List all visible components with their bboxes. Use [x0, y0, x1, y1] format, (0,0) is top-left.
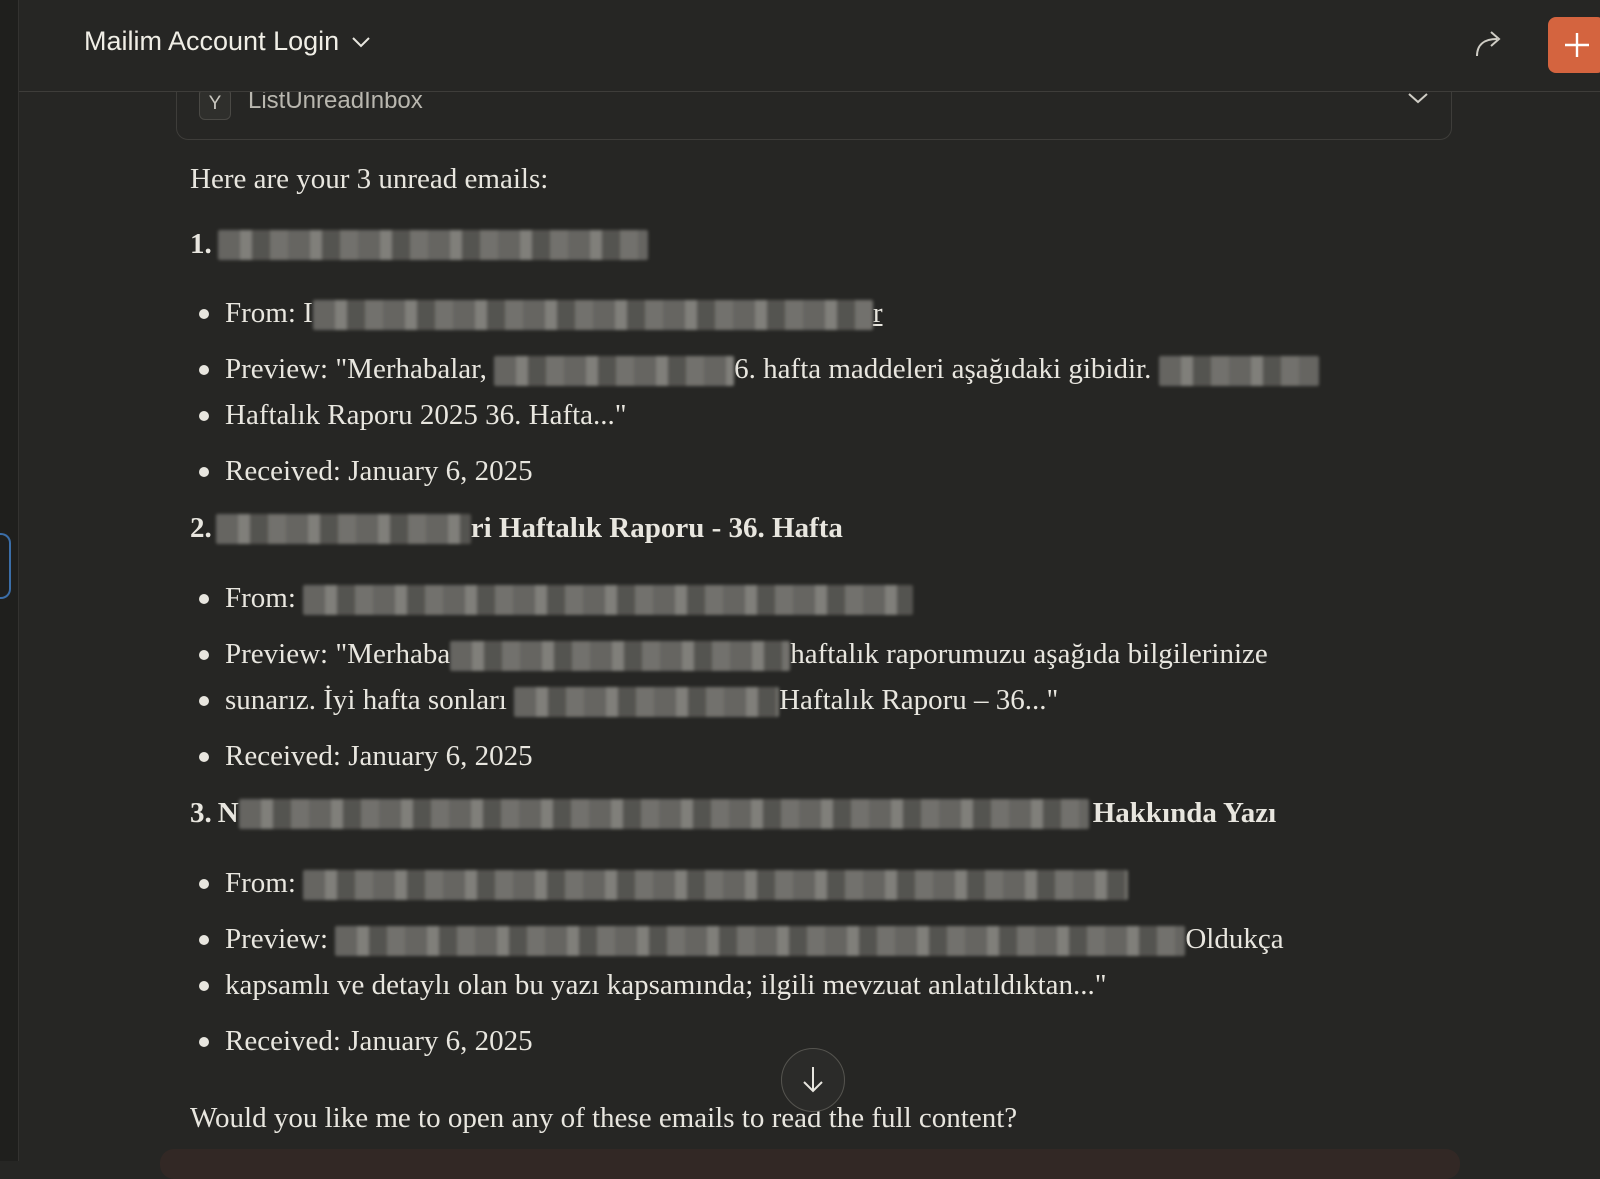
- email-received: Received: January 6, 2025: [199, 1018, 533, 1064]
- preview-text: 6. hafta maddeleri aşağıdaki gibidir.: [734, 353, 1152, 385]
- redacted-subject: [215, 513, 471, 544]
- chevron-down-icon[interactable]: [1407, 91, 1429, 105]
- plus-icon: [1565, 33, 1589, 57]
- sidebar-toggle-handle[interactable]: [0, 533, 11, 599]
- redacted-subject: [238, 798, 1089, 829]
- preview-text: Haftalık Raporu – 36...": [779, 684, 1059, 716]
- email-number: 3.: [190, 797, 212, 829]
- received-text: Received: January 6, 2025: [225, 740, 533, 772]
- input-area-edge: [160, 1149, 1460, 1179]
- preview-label: Preview:: [225, 923, 329, 955]
- redacted-preview: [450, 641, 791, 672]
- chat-title: Mailim Account Login: [84, 26, 340, 56]
- redacted-subject: [217, 229, 648, 260]
- scroll-to-bottom-button[interactable]: [781, 1048, 845, 1112]
- email-preview: Preview: "Merhaba haftalık raporumuzu aşa…: [199, 631, 1268, 677]
- redacted-preview: [514, 687, 780, 718]
- email-preview: Preview: "Merhabalar, 6. hafta maddeleri…: [199, 346, 1319, 392]
- preview-text: haftalık raporumuzu aşağıda bilgileriniz…: [790, 638, 1268, 670]
- chat-header: Mailim Account Login: [19, 0, 1600, 92]
- intro-text: Here are your 3 unread emails:: [190, 163, 549, 195]
- email-preview-continued: sunarız. İyi hafta sonları Haftalık Rapo…: [198, 677, 1059, 723]
- email-heading-2: 2. ri Haftalık Raporu - 36. Hafta: [190, 512, 843, 545]
- email-subject-start: N: [217, 797, 239, 829]
- from-label: From:: [225, 582, 296, 614]
- preview-text: sunarız. İyi hafta sonları: [225, 684, 507, 716]
- email-from: From:: [198, 575, 914, 621]
- chevron-down-icon: [352, 36, 370, 47]
- email-preview-continued: Haftalık Raporu 2025 36. Hafta...": [199, 392, 627, 438]
- redacted-preview: [494, 356, 735, 387]
- preview-text: "Merhabalar,: [335, 353, 487, 385]
- preview-label: Preview:: [225, 353, 329, 385]
- preview-text: kapsamlı ve detaylı olan bu yazı kapsamı…: [225, 969, 1107, 1001]
- email-heading-1: 1.: [190, 228, 648, 261]
- received-text: Received: January 6, 2025: [225, 1025, 533, 1057]
- from-visible-start: I: [303, 297, 313, 329]
- left-sidebar-rail: [0, 0, 19, 1161]
- redacted-sender: [303, 870, 1129, 901]
- preview-text: "Merhaba: [335, 638, 451, 670]
- email-number: 1.: [190, 228, 212, 260]
- email-subject: Hakkında Yazı: [1092, 797, 1277, 829]
- preview-label: Preview:: [225, 638, 329, 670]
- redacted-sender: [303, 585, 914, 616]
- email-heading-3: 3. N Hakkında Yazı: [190, 797, 1276, 830]
- email-from: From:: [198, 860, 1129, 906]
- email-received: Received: January 6, 2025: [199, 448, 533, 494]
- email-number: 2.: [190, 512, 212, 544]
- email-preview: Preview: Oldukça: [199, 916, 1284, 962]
- email-from: From: Ir: [199, 290, 883, 336]
- new-chat-button[interactable]: [1548, 17, 1600, 73]
- preview-text: Haftalık Raporu 2025 36. Hafta...": [225, 399, 627, 431]
- from-visible-end[interactable]: r: [873, 297, 883, 329]
- redacted-preview: [335, 926, 1186, 957]
- received-text: Received: January 6, 2025: [225, 455, 533, 487]
- closing-question: Would you like me to open any of these e…: [190, 1102, 1018, 1134]
- chat-title-dropdown[interactable]: Mailim Account Login: [84, 26, 371, 57]
- redacted-preview: [1158, 356, 1319, 387]
- from-label: From:: [225, 867, 296, 899]
- from-label: From:: [225, 297, 296, 329]
- email-preview-continued: kapsamlı ve detaylı olan bu yazı kapsamı…: [199, 962, 1107, 1008]
- email-received: Received: January 6, 2025: [199, 733, 533, 779]
- share-arrow-icon[interactable]: [1471, 26, 1509, 64]
- arrow-down-icon: [803, 1067, 823, 1093]
- email-subject: ri Haftalık Raporu - 36. Hafta: [470, 512, 843, 544]
- tool-badge: Y: [199, 88, 231, 120]
- redacted-sender: [312, 300, 873, 331]
- preview-text: Oldukça: [1185, 923, 1284, 955]
